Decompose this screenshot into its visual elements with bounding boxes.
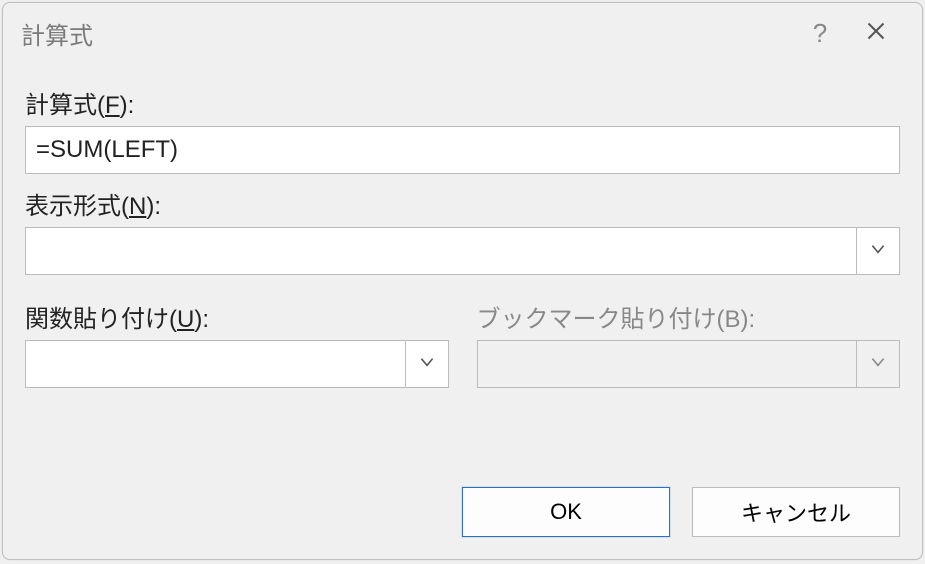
number-format-label-mnemonic: N — [129, 193, 146, 220]
paste-function-label-suffix: ): — [194, 306, 209, 333]
help-button[interactable]: ? — [792, 11, 848, 55]
number-format-label-prefix: 表示形式( — [25, 193, 129, 220]
number-format-label-suffix: ): — [146, 193, 161, 220]
cancel-button[interactable]: キャンセル — [692, 487, 900, 537]
paste-bookmark-label: ブックマーク貼り付け(B): — [477, 299, 901, 334]
bottom-row: 関数貼り付け(U): ブックマーク貼り付け(B): — [25, 287, 900, 388]
close-button[interactable] — [848, 11, 904, 55]
formula-label: 計算式(F): — [25, 85, 900, 120]
number-format-dropdown-button[interactable] — [856, 227, 900, 275]
chevron-down-icon — [869, 353, 887, 376]
formula-label-suffix: ): — [120, 92, 135, 119]
paste-function-dropdown-button[interactable] — [405, 340, 449, 388]
paste-function-input[interactable] — [25, 340, 405, 388]
paste-function-col: 関数貼り付け(U): — [25, 287, 449, 388]
formula-input[interactable] — [25, 126, 900, 174]
chevron-down-icon — [869, 240, 887, 263]
number-format-input[interactable] — [25, 227, 856, 275]
close-icon — [866, 21, 886, 46]
paste-function-label-prefix: 関数貼り付け( — [25, 306, 177, 333]
number-format-label: 表示形式(N): — [25, 186, 900, 221]
formula-label-prefix: 計算式( — [25, 92, 105, 119]
chevron-down-icon — [418, 353, 436, 376]
paste-bookmark-dropdown-button — [856, 340, 900, 388]
paste-function-combo[interactable] — [25, 340, 449, 388]
formula-label-mnemonic: F — [105, 92, 120, 119]
help-icon: ? — [813, 18, 827, 49]
formula-dialog: 計算式 ? 計算式(F): 表示形式(N): — [2, 2, 923, 560]
paste-function-label-mnemonic: U — [177, 306, 194, 333]
dialog-content: 計算式(F): 表示形式(N): 関数貼り付け(U): — [3, 59, 922, 461]
number-format-combo[interactable] — [25, 227, 900, 275]
titlebar: 計算式 ? — [3, 3, 922, 59]
ok-button[interactable]: OK — [462, 487, 670, 537]
dialog-footer: OK キャンセル — [3, 461, 922, 559]
paste-bookmark-col: ブックマーク貼り付け(B): — [477, 287, 901, 388]
paste-bookmark-input — [477, 340, 857, 388]
paste-function-label: 関数貼り付け(U): — [25, 299, 449, 334]
paste-bookmark-combo — [477, 340, 901, 388]
dialog-title: 計算式 — [21, 16, 792, 51]
